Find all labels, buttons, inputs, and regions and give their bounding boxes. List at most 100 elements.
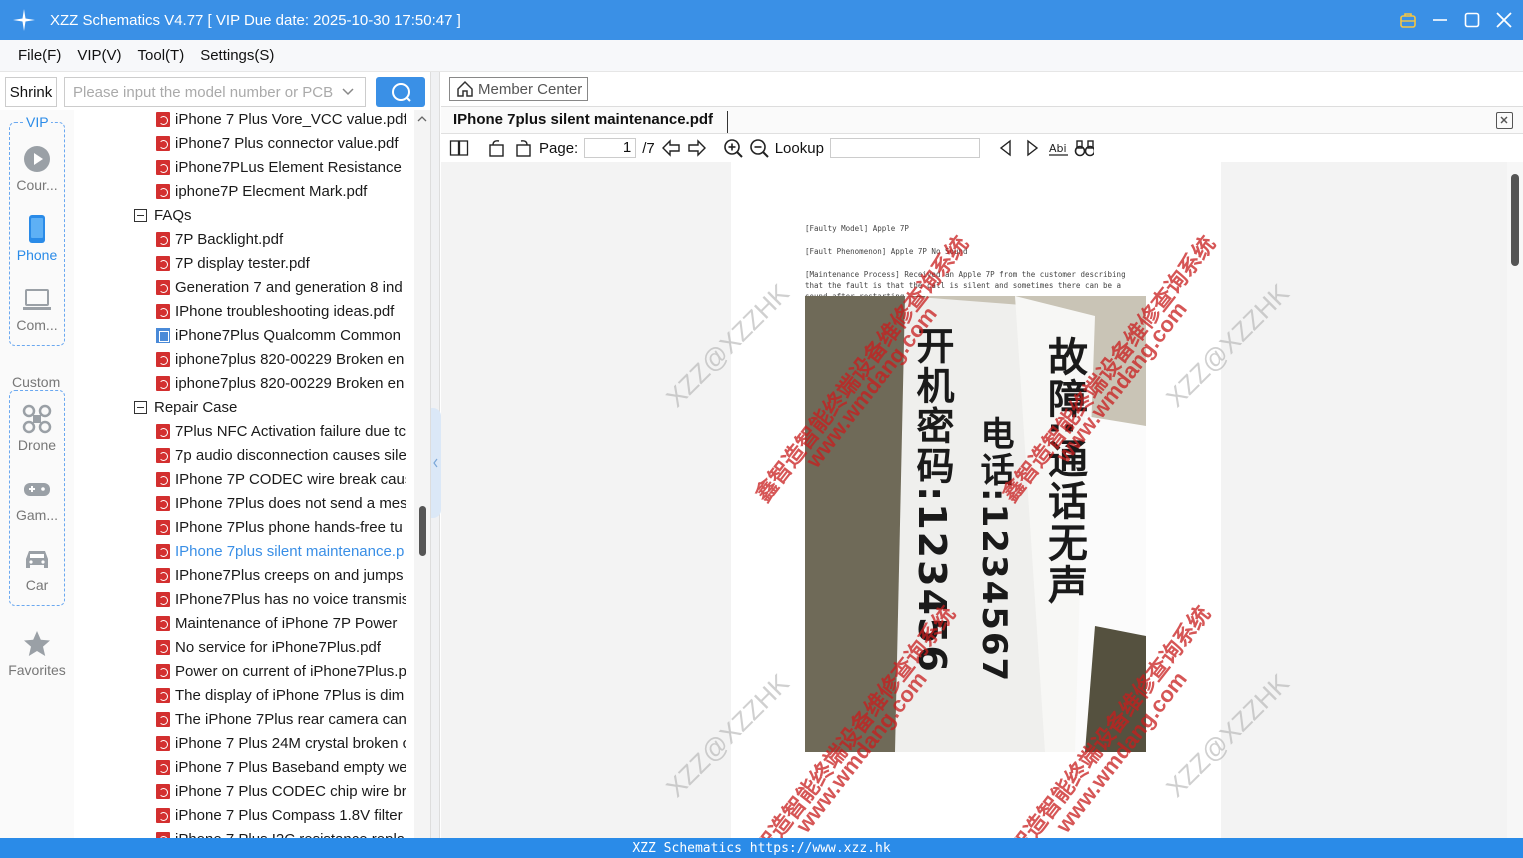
tree-file[interactable]: iPhone 7 Plus CODEC chip wire bre [156,779,406,803]
pdf-canvas[interactable]: [Faulty Model] Apple 7P [Fault Phenomeno… [441,162,1507,838]
tree-file[interactable]: iPhone 7 Plus I2C resistance replac [156,827,406,838]
prev-page-icon[interactable] [661,138,681,158]
tree-item-label: iphone7plus 820-00229 Broken en [175,350,405,368]
search-combobox[interactable] [64,77,366,107]
gamepad-icon [24,483,50,496]
nav-favorites-label: Favorites [8,662,66,678]
tree-file[interactable]: IPhone 7P CODEC wire break causi [156,467,406,491]
menu-file[interactable]: File(F) [18,47,61,64]
tree-file[interactable]: IPhone 7plus silent maintenance.p [156,539,406,563]
tree-file[interactable]: IPhone7Plus creeps on and jumps [156,563,406,587]
nav-favorites[interactable]: Favorites [0,629,74,678]
vip-group-label: VIP [24,114,51,130]
search-button[interactable] [376,77,425,107]
pdf-file-icon [156,495,170,511]
search-icon [391,83,411,102]
chevron-down-icon[interactable] [341,85,355,102]
document-tab[interactable]: IPhone 7plus silent maintenance.pdf [453,111,729,133]
scroll-up-icon[interactable] [414,112,430,126]
tree-scrollbar[interactable] [414,110,430,838]
tree-file[interactable]: The display of iPhone 7Plus is dim [156,683,406,707]
lookup-input[interactable] [829,138,980,158]
tree-file[interactable]: iphone7plus 820-00229 Broken en [156,347,406,371]
tree-file[interactable]: 7Plus NFC Activation failure due tc [156,419,406,443]
tree-file[interactable]: IPhone 7Plus does not send a mes [156,491,406,515]
tree-file[interactable]: 7p audio disconnection causes sile [156,443,406,467]
close-button[interactable] [1495,11,1513,29]
zoom-in-icon[interactable] [723,138,743,158]
tree-file[interactable]: No service for iPhone7Plus.pdf [156,635,406,659]
tree-item-label: iPhone 7 Plus I2C resistance replac [175,831,406,839]
zoom-out-icon[interactable] [749,138,769,158]
tree-item-label: IPhone 7P CODEC wire break causi [175,470,406,488]
search-input[interactable] [65,78,335,106]
collapse-handle[interactable] [431,408,441,518]
tree-file[interactable]: The iPhone 7Plus rear camera can [156,707,406,731]
pdf-file-icon [156,543,170,559]
menu-settings[interactable]: Settings(S) [200,47,274,64]
nav-game[interactable]: Gam... [0,474,74,523]
two-page-icon[interactable] [449,138,469,158]
shrink-button[interactable]: Shrink [5,77,57,107]
tree-item-label: iPhone 7 Plus 24M crystal broken c [175,734,406,752]
find-binoculars-icon[interactable] [1074,138,1094,158]
tree-file[interactable]: iphone7P Elecment Mark.pdf [156,179,406,203]
tree-folder[interactable]: Repair Case [134,395,404,419]
find-next-icon[interactable] [1022,138,1042,158]
tree-file[interactable]: iPhone7PLus Element Resistance D [156,155,406,179]
viewer-scrollbar[interactable] [1507,162,1523,838]
collapse-icon[interactable] [134,208,147,222]
member-center-button[interactable]: Member Center [449,77,588,101]
nav-drone[interactable]: Drone [0,404,74,453]
tree-file[interactable]: iphone7plus 820-00229 Broken en [156,371,406,395]
page-number-input[interactable]: 1 [584,138,637,158]
collapse-icon[interactable] [134,400,147,414]
tree-item-label: Maintenance of iPhone 7P Power [175,614,398,632]
menu-vip[interactable]: VIP(V) [77,47,121,64]
nav-courses[interactable]: Cour... [0,144,74,193]
tree-file[interactable]: Maintenance of iPhone 7P Power [156,611,406,635]
pdf-file-icon [156,711,170,727]
match-case-icon[interactable]: Abi [1048,138,1068,158]
tree-file[interactable]: Generation 7 and generation 8 ind [156,275,406,299]
next-page-icon[interactable] [687,138,707,158]
rotate-right-icon[interactable] [513,138,533,158]
nav-car[interactable]: Car [0,544,74,593]
close-tab-icon[interactable] [1496,112,1513,129]
tree-file[interactable]: 7P display tester.pdf [156,251,406,275]
nav-phone[interactable]: Phone [0,214,74,263]
tree-file[interactable]: iPhone 7 Plus Vore_VCC value.pdf [156,110,406,131]
tree-file[interactable]: Power on current of iPhone7Plus.p [156,659,406,683]
tree-file[interactable]: iPhone 7 Plus 24M crystal broken c [156,731,406,755]
tree-file[interactable]: iPhone7 Plus connector value.pdf [156,131,406,155]
home-icon [457,80,473,97]
tree-file[interactable]: iPhone 7 Plus Baseband empty we [156,755,406,779]
pdf-page: [Faulty Model] Apple 7P [Fault Phenomeno… [660,162,1295,838]
tree-folder[interactable]: FAQs [134,203,404,227]
play-icon [24,146,50,172]
tree-file[interactable]: iPhone 7 Plus Compass 1.8V filter c [156,803,406,827]
tree-file[interactable]: iPhone7Plus Qualcomm Common [156,323,406,347]
tree-file[interactable]: IPhone troubleshooting ideas.pdf [156,299,406,323]
pdf-file-icon [156,231,170,247]
rotate-left-icon[interactable] [487,138,507,158]
pdf-file-icon [156,183,170,199]
minimize-button[interactable] [1431,11,1449,29]
maximize-button[interactable] [1463,11,1481,29]
tree-file[interactable]: 7P Backlight.pdf [156,227,406,251]
tree-scroll-thumb[interactable] [419,506,426,556]
tree-item-label: iPhone7PLus Element Resistance D [175,158,406,176]
panel-splitter[interactable] [430,72,441,838]
tree-file[interactable]: IPhone7Plus has no voice transmis [156,587,406,611]
pdf-file-icon [156,471,170,487]
tree-file[interactable]: IPhone 7Plus phone hands-free tu [156,515,406,539]
tree-item-label: No service for iPhone7Plus.pdf [175,638,381,656]
menu-tool[interactable]: Tool(T) [138,47,185,64]
viewer-scroll-thumb[interactable] [1511,174,1519,266]
photo-text: 电话:1234567 [974,416,1014,684]
find-previous-icon[interactable] [996,138,1016,158]
custom-group-label: Custom [10,374,63,390]
document-tab-bar: IPhone 7plus silent maintenance.pdf [441,106,1523,134]
nav-computer[interactable]: Com... [0,284,74,333]
bag-icon[interactable] [1399,11,1417,29]
